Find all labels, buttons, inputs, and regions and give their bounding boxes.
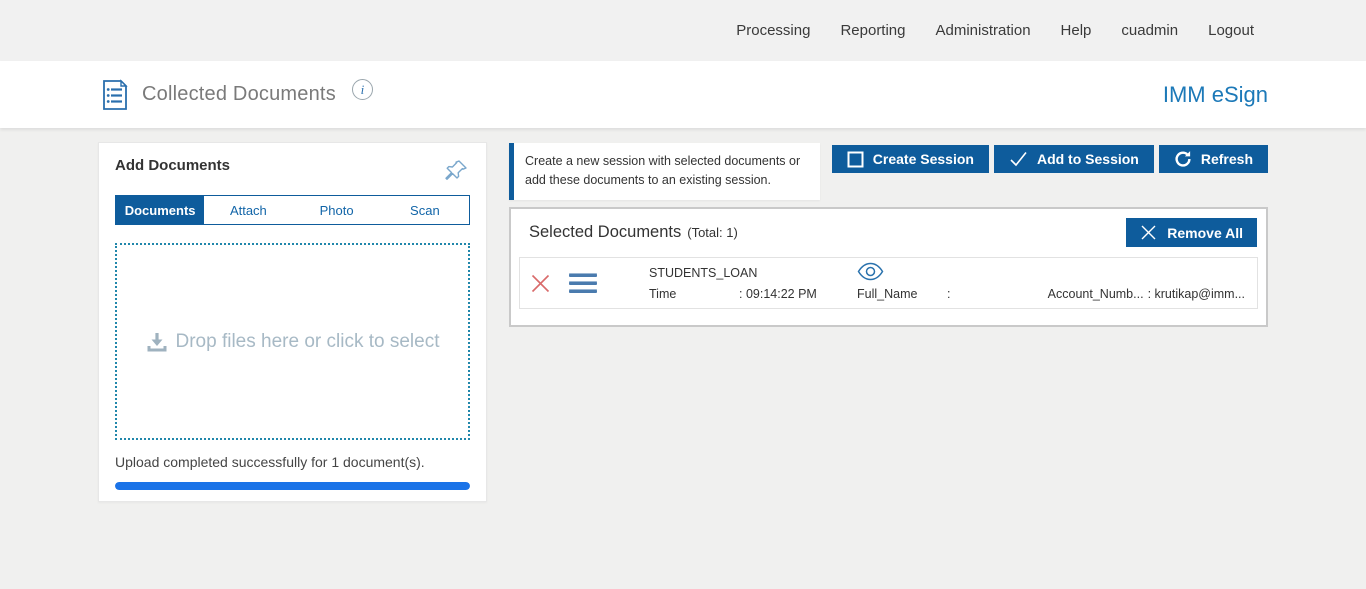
refresh-icon — [1174, 150, 1192, 168]
preview-eye-icon[interactable] — [857, 262, 884, 281]
create-session-label: Create Session — [872, 151, 974, 167]
create-session-button[interactable]: Create Session — [831, 145, 989, 173]
nav-logout[interactable]: Logout — [1208, 22, 1254, 39]
upload-progress-bar — [115, 482, 470, 490]
document-row: STUDENTS_LOAN Time : 09:14:22 PM Full_Na… — [519, 257, 1258, 309]
field-time-label: Time — [649, 286, 677, 301]
tab-photo[interactable]: Photo — [292, 196, 381, 224]
brand-logo: IMM eSign — [1162, 81, 1268, 107]
dropzone-label: Drop files here or click to select — [175, 330, 440, 352]
page-title: Collected Documents — [142, 83, 336, 105]
document-name: STUDENTS_LOAN — [649, 266, 758, 280]
tab-attach[interactable]: Attach — [204, 196, 293, 224]
tab-scan[interactable]: Scan — [380, 196, 469, 224]
selected-documents-total: (Total: 1) — [687, 225, 738, 240]
add-to-session-label: Add to Session — [1036, 151, 1139, 167]
tab-documents[interactable]: Documents — [116, 196, 205, 224]
session-action-buttons: Create Session Add to Session Refresh — [831, 145, 1268, 173]
remove-all-label: Remove All — [1167, 224, 1243, 241]
nav-help[interactable]: Help — [1061, 22, 1092, 39]
top-nav: Processing Reporting Administration Help… — [0, 0, 1366, 61]
selected-documents-title: Selected Documents — [529, 223, 682, 241]
field-fullname-value: : — [947, 286, 951, 301]
add-to-session-button[interactable]: Add to Session — [993, 145, 1154, 173]
remove-all-button[interactable]: Remove All — [1126, 218, 1257, 247]
main-content: Add Documents Documents Attach Photo Sca… — [0, 128, 1366, 589]
drag-handle-icon[interactable] — [569, 273, 597, 293]
collected-documents-icon — [100, 78, 130, 111]
page-header: Collected Documents i IMM eSign — [0, 61, 1366, 128]
field-fullname-label: Full_Name — [857, 286, 918, 301]
nav-administration[interactable]: Administration — [936, 22, 1031, 39]
remove-document-icon[interactable] — [530, 273, 551, 294]
square-icon — [847, 151, 864, 168]
check-icon — [1009, 151, 1028, 167]
add-documents-panel: Add Documents Documents Attach Photo Sca… — [98, 142, 487, 502]
remove-all-x-icon — [1140, 224, 1157, 241]
refresh-label: Refresh — [1200, 151, 1253, 167]
nav-reporting[interactable]: Reporting — [840, 22, 905, 39]
field-account-value: : krutikap@imm... — [1147, 286, 1245, 301]
pin-icon[interactable] — [444, 157, 470, 183]
session-info-message: Create a new session with selected docum… — [509, 143, 820, 200]
add-documents-title: Add Documents — [115, 157, 231, 174]
download-icon — [146, 331, 168, 353]
add-documents-tabs: Documents Attach Photo Scan — [115, 195, 470, 225]
field-account-label: Account_Numb... — [1047, 286, 1144, 301]
upload-progress-fill — [115, 482, 470, 490]
field-time-value: : 09:14:22 PM — [739, 286, 817, 301]
file-dropzone[interactable]: Drop files here or click to select — [115, 243, 470, 440]
refresh-button[interactable]: Refresh — [1158, 145, 1268, 173]
nav-user-cuadmin[interactable]: cuadmin — [1121, 22, 1178, 39]
selected-documents-panel: Selected Documents (Total: 1) Remove All… — [509, 207, 1268, 327]
upload-status-text: Upload completed successfully for 1 docu… — [115, 454, 425, 470]
nav-processing[interactable]: Processing — [736, 22, 810, 39]
info-icon[interactable]: i — [351, 79, 373, 100]
